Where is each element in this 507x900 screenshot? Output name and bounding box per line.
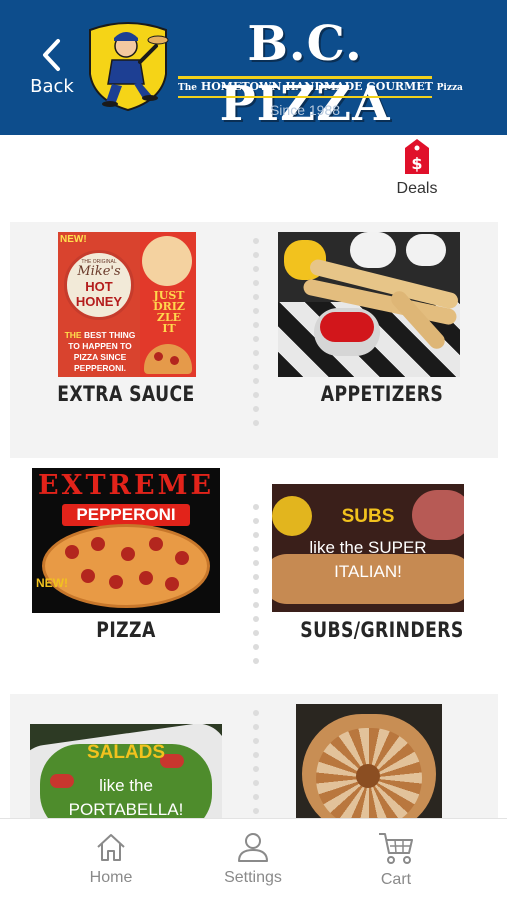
salads-title: SALADS — [86, 742, 166, 763]
brand-underline — [178, 76, 432, 79]
tab-settings-label: Settings — [224, 869, 282, 886]
mascot-shield-logo — [89, 22, 169, 112]
tab-home[interactable]: Home — [61, 831, 161, 887]
category-label: PIZZA — [96, 618, 156, 642]
category-tile-pizza[interactable]: EXTREME PEPPERONI NEW! PIZZA — [10, 458, 242, 694]
portabella-salad-image: SALADS like the PORTABELLA! — [30, 724, 222, 818]
category-label: EXTRA SAUCE — [57, 382, 195, 406]
pepperoni-subtitle: PEPPERONI — [62, 504, 190, 526]
dessert-pizza-photo — [296, 704, 442, 818]
extreme-pepperoni-image: EXTREME PEPPERONI NEW! — [32, 468, 220, 613]
breadsticks-photo — [278, 232, 460, 377]
tagline-prefix: The — [178, 83, 197, 93]
brand-underline-bottom — [178, 96, 432, 98]
salads-line1: like the — [99, 776, 153, 795]
category-label: APPETIZERS — [320, 382, 444, 406]
app-screen: Back B.C. PIZZA The HOMETOWN HANDMADE GO… — [0, 0, 507, 900]
tab-cart-label: Cart — [380, 871, 412, 888]
home-icon — [97, 834, 125, 861]
tagline-suffix: Pizza — [436, 83, 463, 93]
promo-badge: NEW! — [36, 576, 68, 590]
back-button[interactable]: Back — [22, 38, 82, 108]
promo-badge: NEW! — [60, 234, 87, 245]
back-label: Back — [30, 76, 74, 97]
salads-line2: PORTABELLA! — [68, 800, 184, 818]
price-tag-dollar-icon: $ — [405, 139, 429, 174]
category-row: EXTREME PEPPERONI NEW! PIZZA SUBS like t… — [10, 458, 498, 694]
drizzle-word: IT — [162, 322, 176, 335]
subs-line1: like the SUPER — [309, 538, 427, 557]
deals-button[interactable]: $ Deals — [392, 138, 442, 198]
category-tile-dessert[interactable] — [266, 694, 498, 818]
hot-honey-product: HOT HONEY — [75, 279, 123, 309]
row-divider — [253, 238, 259, 434]
hot-honey-label: THE ORIGINAL Mike's HOT HONEY — [64, 250, 134, 320]
category-row: NEW! THE ORIGINAL Mike's HOT HONEY THE B… — [10, 222, 498, 458]
category-label: SUBS/GRINDERS — [300, 618, 464, 642]
drizzle-text: JUST DRIZ ZLE IT — [144, 290, 194, 334]
svg-text:$: $ — [411, 154, 422, 173]
category-tile-subs[interactable]: SUBS like the SUPER ITALIAN! SUBS/GRINDE… — [266, 458, 498, 694]
category-grid[interactable]: NEW! THE ORIGINAL Mike's HOT HONEY THE B… — [0, 220, 507, 818]
hot-honey-headline-prefix: THE — [64, 330, 82, 340]
tab-home-label: Home — [89, 869, 133, 886]
since-year: Since 1988 — [269, 102, 341, 118]
row-divider — [253, 504, 259, 672]
category-tile-appetizers[interactable]: APPETIZERS — [266, 222, 498, 458]
deals-label: Deals — [396, 180, 438, 197]
category-tile-extra-sauce[interactable]: NEW! THE ORIGINAL Mike's HOT HONEY THE B… — [10, 222, 242, 458]
hot-honey-headline: THE BEST THING TO HAPPEN TO PIZZA SINCE … — [62, 330, 138, 374]
brand-tagline: The HOMETOWN HANDMADE GOURMET Pizza — [178, 80, 463, 96]
tagline-main: HOMETOWN HANDMADE GOURMET — [200, 80, 433, 93]
pizza-slice-photo — [142, 236, 192, 286]
hot-honey-promo-image: NEW! THE ORIGINAL Mike's HOT HONEY THE B… — [58, 232, 196, 377]
bottom-tab-bar: Home Settings Cart — [0, 818, 507, 900]
category-tile-salads[interactable]: SALADS like the PORTABELLA! — [10, 694, 242, 818]
pizza-photo — [42, 524, 210, 608]
hot-honey-brand: Mike's — [77, 264, 121, 279]
cart-icon — [379, 833, 413, 864]
tab-cart[interactable]: Cart — [346, 831, 446, 889]
super-italian-sub-image: SUBS like the SUPER ITALIAN! — [272, 484, 464, 612]
subs-line2: ITALIAN! — [334, 562, 402, 581]
extreme-title: EXTREME — [37, 470, 215, 501]
subs-title: SUBS — [341, 506, 395, 527]
category-row: SALADS like the PORTABELLA! — [10, 694, 498, 818]
tab-settings[interactable]: Settings — [203, 831, 303, 887]
chevron-left-icon — [43, 39, 60, 71]
row-divider — [253, 710, 259, 818]
app-header: Back B.C. PIZZA The HOMETOWN HANDMADE GO… — [0, 0, 507, 135]
user-icon — [238, 833, 268, 862]
